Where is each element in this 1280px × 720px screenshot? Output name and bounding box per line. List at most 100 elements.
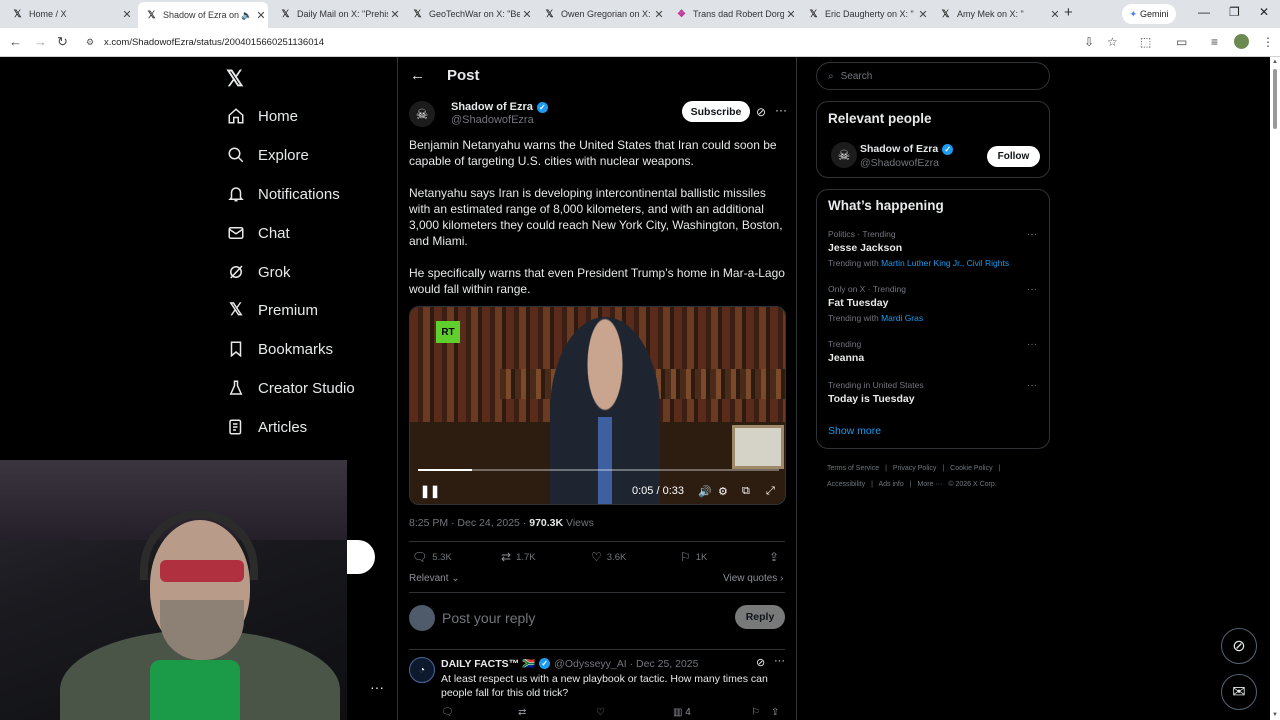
- nav-item-notifications[interactable]: Notifications: [226, 182, 340, 206]
- site-info-icon[interactable]: ⚙: [86, 37, 100, 48]
- bookmark-star-icon[interactable]: ☆: [1107, 35, 1118, 49]
- tab-trans-dad[interactable]: ❖ Trans dad Robert Dorgan ✕: [668, 4, 798, 24]
- share-button[interactable]: ⇪: [769, 550, 784, 564]
- reply-icon[interactable]: 🗨: [441, 707, 454, 718]
- more-options-icon[interactable]: ···: [774, 655, 785, 667]
- scrollbar-thumb[interactable]: [1273, 69, 1277, 129]
- repost-button[interactable]: ⇄ 1.7K: [501, 550, 536, 564]
- trend-with-link[interactable]: Mardi Gras: [881, 313, 923, 323]
- scroll-up-icon[interactable]: ▲: [1272, 59, 1278, 65]
- footer-link[interactable]: Accessibility: [827, 481, 865, 488]
- more-options-icon[interactable]: ···: [1027, 284, 1037, 295]
- heart-icon[interactable]: ♡: [596, 707, 605, 718]
- close-icon[interactable]: ✕: [1048, 8, 1062, 21]
- avatar[interactable]: ☠: [831, 142, 857, 168]
- gemini-button[interactable]: ✦ Gemini: [1122, 4, 1176, 24]
- fullscreen-icon[interactable]: ⤢: [766, 485, 775, 498]
- sidebar-icon[interactable]: ▭: [1176, 35, 1187, 49]
- video-player[interactable]: RT ❚❚ 0:05 / 0:33 🔊 ⚙ ⧉ ⤢: [409, 306, 786, 505]
- close-window-button[interactable]: ✕: [1259, 5, 1269, 19]
- show-more-link[interactable]: Show more: [828, 425, 881, 437]
- nav-item-bookmarks[interactable]: Bookmarks: [226, 337, 333, 361]
- trend-with-link[interactable]: Martin Luther King Jr., Civil Rights: [881, 258, 1009, 268]
- url-field[interactable]: ⚙ x.com/ShadowofEzra/status/200401566025…: [78, 32, 1078, 53]
- footer-link[interactable]: Privacy Policy: [893, 465, 937, 472]
- reload-button[interactable]: ↻: [57, 34, 68, 50]
- close-icon[interactable]: ✕: [520, 8, 534, 21]
- grok-icon[interactable]: ⊘: [756, 105, 766, 119]
- back-arrow-icon[interactable]: ←: [410, 67, 425, 84]
- account-more-icon[interactable]: ···: [370, 679, 384, 695]
- tab-owen-gregorian[interactable]: 𝕏 Owen Gregorian on X: " ✕: [536, 4, 666, 24]
- close-icon[interactable]: ✕: [784, 8, 798, 21]
- view-quotes-link[interactable]: View quotes ›: [723, 573, 783, 584]
- pause-icon[interactable]: ❚❚: [420, 484, 440, 498]
- page-scrollbar[interactable]: ▲ ▼: [1270, 57, 1280, 720]
- audio-icon[interactable]: 🔈: [240, 10, 254, 21]
- avatar[interactable]: ☠: [409, 101, 435, 127]
- footer-link[interactable]: More ···: [918, 481, 943, 488]
- close-icon[interactable]: ✕: [254, 9, 268, 22]
- forward-button[interactable]: →: [34, 34, 47, 49]
- like-button[interactable]: ♡ 3.6K: [591, 550, 626, 564]
- tab-home[interactable]: 𝕏 Home / X ✕: [4, 4, 134, 24]
- search-input[interactable]: ⌕ Search: [816, 62, 1050, 90]
- close-icon[interactable]: ✕: [120, 8, 134, 21]
- tab-eric-daugherty[interactable]: 𝕏 Eric Daugherty on X: " ✕: [800, 4, 930, 24]
- grok-icon[interactable]: ⊘: [756, 656, 765, 669]
- pip-icon[interactable]: ⧉: [742, 485, 750, 498]
- messages-fab[interactable]: ✉: [1221, 674, 1257, 710]
- new-tab-button[interactable]: +: [1064, 4, 1073, 21]
- reply-author-name[interactable]: DAILY FACTS™ 🇿🇦: [441, 657, 535, 670]
- tab-amy-mek[interactable]: 𝕏 Amy Mek on X: " ✕: [932, 4, 1062, 24]
- x-logo-icon[interactable]: 𝕏: [226, 66, 244, 92]
- volume-icon[interactable]: 🔊: [698, 485, 712, 498]
- close-icon[interactable]: ✕: [388, 8, 402, 21]
- video-progress-bar[interactable]: [418, 469, 779, 471]
- menu-icon[interactable]: ⋮: [1262, 35, 1274, 49]
- trend-item[interactable]: Politics · Trending Jesse Jackson Trendi…: [828, 229, 1040, 268]
- reply-button[interactable]: 🗨 5.3K: [412, 550, 452, 564]
- footer-link[interactable]: Ads info: [878, 481, 903, 488]
- nav-item-grok[interactable]: Grok: [226, 260, 291, 284]
- share-icon[interactable]: ⇪: [771, 707, 779, 718]
- reply-input[interactable]: Post your reply: [442, 610, 535, 626]
- sort-dropdown[interactable]: Relevant ⌄: [409, 573, 460, 584]
- person-handle[interactable]: @ShadowofEzra: [860, 157, 939, 169]
- follow-button[interactable]: Follow: [987, 146, 1040, 167]
- post-button-partial[interactable]: [347, 540, 375, 574]
- avatar[interactable]: ◔: [409, 657, 435, 683]
- scroll-down-icon[interactable]: ▼: [1272, 712, 1278, 718]
- nav-item-explore[interactable]: Explore: [226, 143, 309, 167]
- nav-item-home[interactable]: Home: [226, 104, 298, 128]
- trend-item[interactable]: Only on X · Trending Fat Tuesday Trendin…: [828, 284, 1040, 323]
- more-options-icon[interactable]: ···: [1027, 339, 1037, 350]
- tab-daily-mail[interactable]: 𝕏 Daily Mail on X: "Prehist ✕: [272, 4, 402, 24]
- install-icon[interactable]: ⇩: [1084, 35, 1094, 49]
- media-icon[interactable]: ≡: [1211, 35, 1218, 49]
- trend-item[interactable]: Trending in United States Today is Tuesd…: [828, 380, 1040, 405]
- settings-icon[interactable]: ⚙: [718, 485, 728, 498]
- extensions-icon[interactable]: ⬚: [1140, 35, 1151, 49]
- more-options-icon[interactable]: ···: [1027, 229, 1037, 240]
- bookmark-button[interactable]: ⚐ 1K: [680, 550, 707, 564]
- trend-item[interactable]: Trending Jeanna ···: [828, 339, 1040, 364]
- footer-link[interactable]: Terms of Service: [827, 465, 879, 472]
- tab-shadow-of-ezra[interactable]: 𝕏 Shadow of Ezra on X 🔈 ✕: [138, 2, 268, 28]
- author-handle[interactable]: @ShadowofEzra: [451, 114, 548, 126]
- subscribe-button[interactable]: Subscribe: [682, 101, 750, 122]
- back-button[interactable]: ←: [9, 34, 22, 49]
- nav-item-chat[interactable]: Chat: [226, 221, 290, 245]
- nav-item-articles[interactable]: Articles: [226, 415, 307, 439]
- more-options-icon[interactable]: ···: [775, 103, 787, 117]
- more-options-icon[interactable]: ···: [1027, 380, 1037, 391]
- reply-submit-button[interactable]: Reply: [735, 605, 785, 629]
- views-button[interactable]: ▥ 4: [673, 707, 691, 718]
- close-icon[interactable]: ✕: [916, 8, 930, 21]
- author-display-name[interactable]: Shadow of Ezra ✓: [451, 101, 548, 113]
- maximize-button[interactable]: ❐: [1229, 5, 1240, 19]
- grok-fab[interactable]: ⊘: [1221, 628, 1257, 664]
- post-timestamp[interactable]: 8:25 PM · Dec 24, 2025 ·: [409, 517, 529, 529]
- nav-item-premium[interactable]: 𝕏 Premium: [226, 298, 318, 322]
- repost-icon[interactable]: ⇄: [518, 707, 526, 718]
